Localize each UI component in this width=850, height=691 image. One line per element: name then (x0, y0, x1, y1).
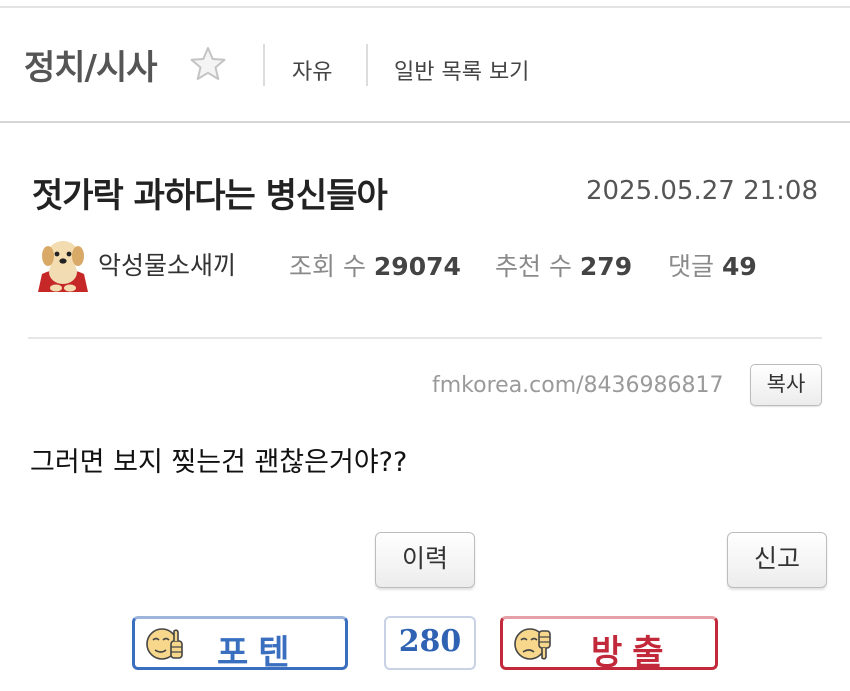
thumbs-down-face-icon (514, 628, 551, 660)
star-icon[interactable] (188, 44, 228, 84)
category-link[interactable]: 자유 (292, 54, 332, 86)
post-date: 2025.05.27 21:08 (585, 176, 818, 206)
report-button[interactable]: 신고 (727, 532, 827, 588)
header-separator (263, 44, 265, 86)
history-button[interactable]: 이력 (375, 532, 475, 588)
list-view-link[interactable]: 일반 목록 보기 (394, 54, 529, 86)
downvote-button[interactable]: 방출 (500, 616, 718, 673)
header-separator (366, 44, 368, 86)
recommend-count-value: 279 (579, 252, 633, 281)
header-divider (0, 121, 850, 123)
upvote-label: 포텐 (217, 633, 300, 673)
comment-count-value: 49 (721, 252, 757, 281)
view-count-label: 조회 수 (289, 252, 366, 281)
meta-divider (28, 337, 822, 339)
view-count-value: 29074 (373, 252, 461, 281)
downvote-label: 방출 (591, 633, 674, 673)
thumbs-up-face-icon (146, 628, 183, 660)
author-name[interactable]: 악성물소새끼 (98, 246, 236, 282)
comment-count: 댓글 49 (668, 247, 757, 283)
comment-count-label: 댓글 (668, 252, 715, 281)
avatar[interactable] (34, 234, 92, 292)
recommend-count: 추천 수 279 (495, 247, 632, 283)
vote-count: 280 (384, 616, 476, 670)
post-body: 그러면 보지 찢는건 괜찮은거야?? (30, 447, 408, 478)
upvote-button[interactable]: 포텐 (132, 616, 348, 673)
post-url: fmkorea.com/8436986817 (432, 373, 724, 398)
board-title[interactable]: 정치/시사 (24, 40, 158, 89)
recommend-count-label: 추천 수 (495, 252, 572, 281)
post-title: 젓가락 과하다는 병신들아 (32, 176, 388, 216)
view-count: 조회 수 29074 (289, 247, 461, 283)
copy-url-button[interactable]: 복사 (750, 364, 822, 406)
